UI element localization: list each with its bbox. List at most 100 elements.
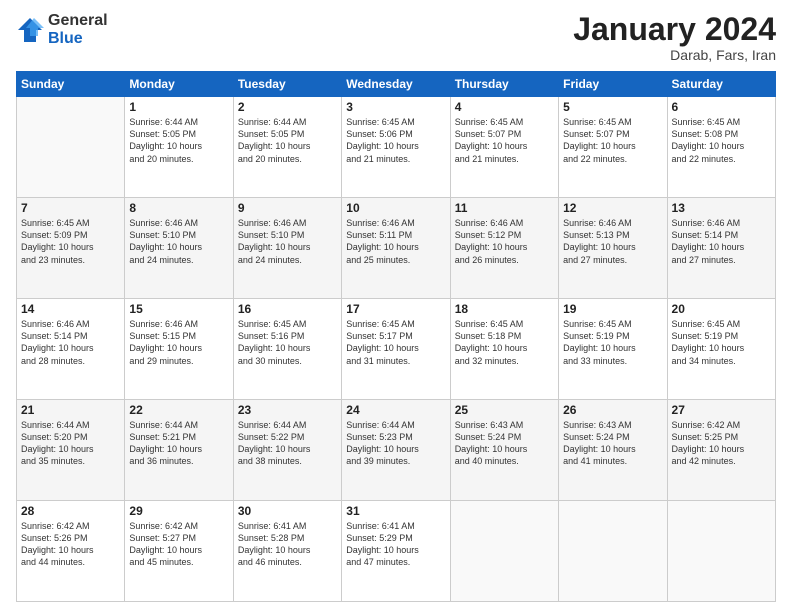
day-info: Sunrise: 6:42 AM Sunset: 5:27 PM Dayligh… [129, 520, 228, 569]
day-number: 17 [346, 302, 445, 316]
day-number: 25 [455, 403, 554, 417]
day-info: Sunrise: 6:43 AM Sunset: 5:24 PM Dayligh… [455, 419, 554, 468]
day-info: Sunrise: 6:41 AM Sunset: 5:29 PM Dayligh… [346, 520, 445, 569]
day-number: 2 [238, 100, 337, 114]
day-info: Sunrise: 6:46 AM Sunset: 5:12 PM Dayligh… [455, 217, 554, 266]
logo-text: General Blue [48, 12, 108, 47]
page: General Blue January 2024 Darab, Fars, I… [0, 0, 792, 612]
table-row: 31 Sunrise: 6:41 AM Sunset: 5:29 PM Dayli… [342, 501, 450, 602]
day-number: 10 [346, 201, 445, 215]
day-number: 28 [21, 504, 120, 518]
day-info: Sunrise: 6:42 AM Sunset: 5:26 PM Dayligh… [21, 520, 120, 569]
day-number: 27 [672, 403, 771, 417]
day-number: 30 [238, 504, 337, 518]
day-info: Sunrise: 6:45 AM Sunset: 5:19 PM Dayligh… [672, 318, 771, 367]
table-row: 21 Sunrise: 6:44 AM Sunset: 5:20 PM Dayli… [17, 400, 125, 501]
day-info: Sunrise: 6:41 AM Sunset: 5:28 PM Dayligh… [238, 520, 337, 569]
day-info: Sunrise: 6:44 AM Sunset: 5:23 PM Dayligh… [346, 419, 445, 468]
weekday-header-row: Sunday Monday Tuesday Wednesday Thursday… [17, 72, 776, 97]
day-number: 31 [346, 504, 445, 518]
table-row: 4 Sunrise: 6:45 AM Sunset: 5:07 PM Daylig… [450, 97, 558, 198]
day-number: 19 [563, 302, 662, 316]
day-number: 16 [238, 302, 337, 316]
day-number: 14 [21, 302, 120, 316]
day-number: 11 [455, 201, 554, 215]
table-row: 7 Sunrise: 6:45 AM Sunset: 5:09 PM Daylig… [17, 198, 125, 299]
day-number: 21 [21, 403, 120, 417]
day-number: 12 [563, 201, 662, 215]
day-info: Sunrise: 6:45 AM Sunset: 5:09 PM Dayligh… [21, 217, 120, 266]
day-info: Sunrise: 6:45 AM Sunset: 5:08 PM Dayligh… [672, 116, 771, 165]
table-row [17, 97, 125, 198]
table-row: 22Sunrise: 6:44 AM Sunset: 5:21 PM Dayli… [125, 400, 233, 501]
table-row: 29Sunrise: 6:42 AM Sunset: 5:27 PM Dayli… [125, 501, 233, 602]
day-number: 5 [563, 100, 662, 114]
table-row: 1 Sunrise: 6:44 AM Sunset: 5:05 PM Daylig… [125, 97, 233, 198]
calendar-week-row: 21 Sunrise: 6:44 AM Sunset: 5:20 PM Dayli… [17, 400, 776, 501]
day-number: 18 [455, 302, 554, 316]
table-row: 9 Sunrise: 6:46 AM Sunset: 5:10 PM Daylig… [233, 198, 341, 299]
logo: General Blue [16, 12, 108, 47]
day-info: Sunrise: 6:46 AM Sunset: 5:14 PM Dayligh… [21, 318, 120, 367]
table-row: 2Sunrise: 6:44 AM Sunset: 5:05 PM Daylig… [233, 97, 341, 198]
table-row: 20Sunrise: 6:45 AM Sunset: 5:19 PM Dayli… [667, 299, 775, 400]
day-number: 9 [238, 201, 337, 215]
day-info: Sunrise: 6:45 AM Sunset: 5:06 PM Dayligh… [346, 116, 445, 165]
day-info: Sunrise: 6:44 AM Sunset: 5:20 PM Dayligh… [21, 419, 120, 468]
header-wednesday: Wednesday [342, 72, 450, 97]
day-info: Sunrise: 6:45 AM Sunset: 5:07 PM Dayligh… [563, 116, 662, 165]
day-info: Sunrise: 6:46 AM Sunset: 5:10 PM Dayligh… [129, 217, 228, 266]
day-info: Sunrise: 6:44 AM Sunset: 5:05 PM Dayligh… [129, 116, 228, 165]
table-row: 26 Sunrise: 6:43 AM Sunset: 5:24 PM Dayli… [559, 400, 667, 501]
table-row: 30 Sunrise: 6:41 AM Sunset: 5:28 PM Dayli… [233, 501, 341, 602]
day-number: 6 [672, 100, 771, 114]
day-info: Sunrise: 6:46 AM Sunset: 5:11 PM Dayligh… [346, 217, 445, 266]
header-tuesday: Tuesday [233, 72, 341, 97]
day-info: Sunrise: 6:45 AM Sunset: 5:07 PM Dayligh… [455, 116, 554, 165]
day-info: Sunrise: 6:45 AM Sunset: 5:18 PM Dayligh… [455, 318, 554, 367]
day-number: 13 [672, 201, 771, 215]
table-row [667, 501, 775, 602]
title-month: January 2024 [573, 12, 776, 47]
table-row [450, 501, 558, 602]
table-row: 19Sunrise: 6:45 AM Sunset: 5:19 PM Dayli… [559, 299, 667, 400]
table-row: 28 Sunrise: 6:42 AM Sunset: 5:26 PM Dayli… [17, 501, 125, 602]
header-monday: Monday [125, 72, 233, 97]
table-row: 10 Sunrise: 6:46 AM Sunset: 5:11 PM Dayli… [342, 198, 450, 299]
day-info: Sunrise: 6:46 AM Sunset: 5:13 PM Dayligh… [563, 217, 662, 266]
table-row: 24 Sunrise: 6:44 AM Sunset: 5:23 PM Dayli… [342, 400, 450, 501]
day-number: 15 [129, 302, 228, 316]
day-number: 24 [346, 403, 445, 417]
day-number: 7 [21, 201, 120, 215]
calendar-week-row: 28 Sunrise: 6:42 AM Sunset: 5:26 PM Dayli… [17, 501, 776, 602]
table-row: 8Sunrise: 6:46 AM Sunset: 5:10 PM Daylig… [125, 198, 233, 299]
calendar-week-row: 1 Sunrise: 6:44 AM Sunset: 5:05 PM Daylig… [17, 97, 776, 198]
day-info: Sunrise: 6:43 AM Sunset: 5:24 PM Dayligh… [563, 419, 662, 468]
table-row: 3 Sunrise: 6:45 AM Sunset: 5:06 PM Daylig… [342, 97, 450, 198]
table-row: 23Sunrise: 6:44 AM Sunset: 5:22 PM Dayli… [233, 400, 341, 501]
day-info: Sunrise: 6:44 AM Sunset: 5:22 PM Dayligh… [238, 419, 337, 468]
calendar-week-row: 7 Sunrise: 6:45 AM Sunset: 5:09 PM Daylig… [17, 198, 776, 299]
table-row: 6 Sunrise: 6:45 AM Sunset: 5:08 PM Daylig… [667, 97, 775, 198]
header: General Blue January 2024 Darab, Fars, I… [16, 12, 776, 63]
day-number: 4 [455, 100, 554, 114]
day-info: Sunrise: 6:46 AM Sunset: 5:14 PM Dayligh… [672, 217, 771, 266]
logo-blue: Blue [48, 30, 108, 48]
header-sunday: Sunday [17, 72, 125, 97]
calendar-table: Sunday Monday Tuesday Wednesday Thursday… [16, 71, 776, 602]
day-number: 3 [346, 100, 445, 114]
table-row: 25 Sunrise: 6:43 AM Sunset: 5:24 PM Dayli… [450, 400, 558, 501]
day-info: Sunrise: 6:42 AM Sunset: 5:25 PM Dayligh… [672, 419, 771, 468]
table-row: 18 Sunrise: 6:45 AM Sunset: 5:18 PM Dayli… [450, 299, 558, 400]
calendar-week-row: 14 Sunrise: 6:46 AM Sunset: 5:14 PM Dayli… [17, 299, 776, 400]
logo-general: General [48, 12, 108, 30]
day-info: Sunrise: 6:46 AM Sunset: 5:15 PM Dayligh… [129, 318, 228, 367]
table-row: 17Sunrise: 6:45 AM Sunset: 5:17 PM Dayli… [342, 299, 450, 400]
day-info: Sunrise: 6:44 AM Sunset: 5:21 PM Dayligh… [129, 419, 228, 468]
day-number: 1 [129, 100, 228, 114]
table-row: 15 Sunrise: 6:46 AM Sunset: 5:15 PM Dayli… [125, 299, 233, 400]
day-number: 26 [563, 403, 662, 417]
table-row: 13 Sunrise: 6:46 AM Sunset: 5:14 PM Dayli… [667, 198, 775, 299]
day-info: Sunrise: 6:46 AM Sunset: 5:10 PM Dayligh… [238, 217, 337, 266]
title-block: January 2024 Darab, Fars, Iran [573, 12, 776, 63]
